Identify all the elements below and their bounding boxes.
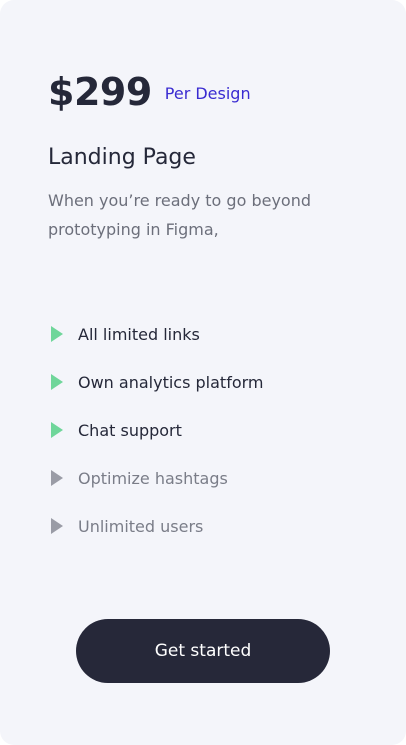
feature-label: Optimize hashtags	[78, 468, 228, 488]
pricing-card: $299 Per Design Landing Page When you’re…	[0, 0, 406, 745]
feature-item: Own analytics platform	[48, 370, 264, 394]
plan-description: When you’re ready to go beyond prototypi…	[48, 191, 311, 239]
feature-item-disabled: Optimize hashtags	[48, 466, 264, 490]
play-triangle-icon	[51, 470, 63, 486]
price-unit: Per Design	[164, 84, 251, 103]
price: $299	[48, 70, 152, 114]
feature-item: Chat support	[48, 418, 264, 442]
play-triangle-icon	[51, 422, 63, 438]
play-triangle-icon	[51, 326, 63, 342]
feature-label: Own analytics platform	[78, 372, 264, 392]
plan-title: Landing Page	[48, 145, 196, 170]
feature-item-disabled: Unlimited users	[48, 514, 264, 538]
feature-item: All limited links	[48, 322, 264, 346]
feature-label: All limited links	[78, 324, 200, 344]
feature-label: Unlimited users	[78, 516, 204, 536]
play-triangle-icon	[51, 374, 63, 390]
price-row: $299 Per Design	[48, 68, 251, 116]
feature-label: Chat support	[78, 420, 182, 440]
get-started-button[interactable]: Get started	[76, 619, 330, 683]
feature-list: All limited links Own analytics platform…	[48, 322, 264, 562]
play-triangle-icon	[51, 518, 63, 534]
